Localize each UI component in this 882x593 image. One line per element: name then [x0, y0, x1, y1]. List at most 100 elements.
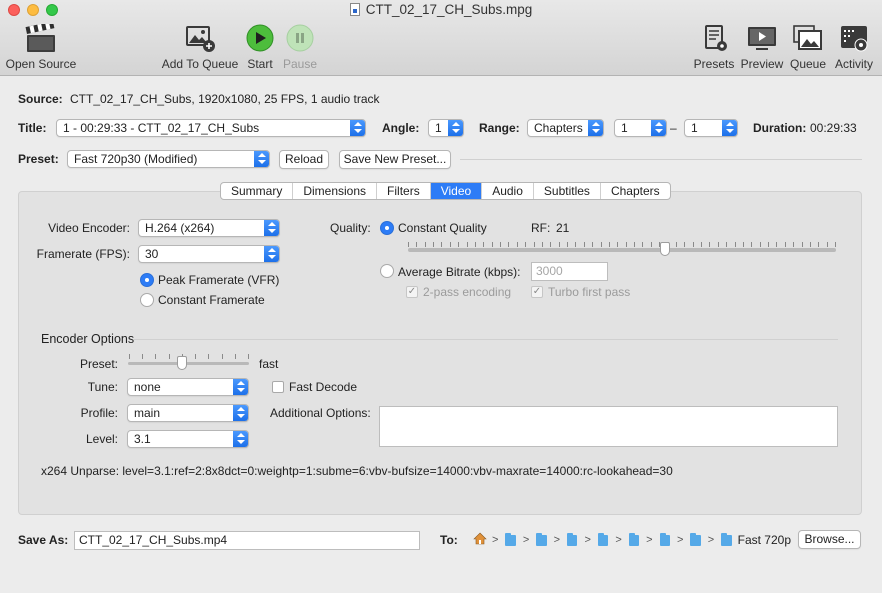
slider-tick — [810, 242, 811, 247]
turbo-first-pass-checkbox[interactable]: ✓ — [531, 286, 543, 298]
chevron-right-icon: > — [522, 534, 530, 546]
slider-tick — [676, 242, 677, 247]
tune-value: none — [134, 380, 161, 394]
constant-framerate-radio[interactable] — [140, 293, 154, 307]
fast-decode-checkbox[interactable] — [272, 381, 284, 393]
slider-tick — [735, 242, 736, 247]
slider-tick — [550, 242, 551, 247]
peak-framerate-radio[interactable] — [140, 273, 154, 287]
home-icon — [473, 532, 487, 548]
angle-popup-value: 1 — [435, 121, 442, 135]
tab-summary[interactable]: Summary — [221, 183, 294, 199]
slider-tick — [693, 242, 694, 247]
popup-arrow-icon — [254, 151, 269, 167]
tab-filters[interactable]: Filters — [377, 183, 431, 199]
range-start-popup[interactable]: 1 — [614, 119, 667, 137]
slider-tick — [760, 242, 761, 247]
start-button[interactable]: Start — [240, 24, 280, 71]
slider-tick — [508, 242, 509, 247]
profile-popup[interactable]: main — [127, 404, 249, 422]
folder-icon — [505, 532, 516, 546]
slider-tick — [835, 242, 836, 247]
slider-tick — [827, 242, 828, 247]
framerate-popup[interactable]: 30 — [138, 245, 280, 263]
popup-arrows-icon — [264, 220, 279, 236]
encoder-preset-slider-track[interactable] — [128, 362, 249, 365]
preset-popup[interactable]: Fast 720p30 (Modified) — [67, 150, 270, 168]
folder-icon — [597, 532, 609, 546]
save-as-label: Save As: — [18, 533, 69, 547]
slider-tick — [525, 242, 526, 247]
start-label: Start — [247, 57, 273, 71]
tab-subtitles[interactable]: Subtitles — [534, 183, 601, 199]
folder-icon — [628, 532, 640, 546]
range-start-value: 1 — [621, 121, 628, 135]
reload-button[interactable]: Reload — [279, 150, 329, 169]
queue-button[interactable]: Queue — [788, 24, 828, 71]
pause-icon — [284, 24, 316, 54]
slider-tick — [500, 242, 501, 247]
folder-icon — [721, 532, 732, 546]
slider-tick — [793, 242, 794, 247]
folder-icon — [659, 532, 670, 546]
level-popup[interactable]: 3.1 — [127, 430, 249, 448]
tab-chapters[interactable]: Chapters — [601, 183, 670, 199]
angle-popup[interactable]: 1 — [428, 119, 464, 137]
constant-quality-radio[interactable] — [380, 221, 394, 235]
clapperboard-icon — [25, 21, 57, 54]
destination-folder-name: Fast 720p — [737, 533, 791, 547]
x264-unparse-text: x264 Unparse: level=3.1:ref=2:8x8dct=0:w… — [41, 464, 673, 478]
quality-label: Quality: — [330, 221, 371, 235]
add-to-queue-button[interactable]: Add To Queue — [160, 24, 240, 71]
open-source-button[interactable]: Open Source — [4, 21, 78, 71]
tune-popup[interactable]: none — [127, 378, 249, 396]
duration-label: Duration: — [753, 121, 807, 135]
additional-options-label: Additional Options: — [270, 406, 371, 420]
slider-tick — [751, 242, 752, 247]
two-pass-checkbox[interactable]: ✓ — [406, 286, 418, 298]
pause-button[interactable]: Pause — [280, 24, 320, 71]
encoder-preset-label: Preset: — [79, 357, 118, 371]
rf-slider-track[interactable] — [408, 248, 836, 252]
tab-dimensions[interactable]: Dimensions — [293, 183, 378, 199]
slider-tick — [169, 354, 170, 359]
encoder-preset-slider-knob[interactable] — [177, 356, 187, 370]
title-popup[interactable]: 1 - 00:29:33 - CTT_02_17_CH_Subs — [56, 119, 366, 137]
bitrate-input[interactable]: 3000 — [531, 262, 608, 281]
range-end-popup[interactable]: 1 — [684, 119, 738, 137]
chevron-right-icon: > — [492, 534, 499, 546]
rf-slider-knob[interactable] — [660, 242, 670, 256]
range-type-popup[interactable]: Chapters — [527, 119, 604, 137]
video-encoder-label: Video Encoder: — [48, 221, 130, 235]
slider-tick — [208, 354, 209, 359]
encoder-preset-value: fast — [259, 357, 279, 371]
tab-video[interactable]: Video — [430, 183, 483, 199]
fast-decode-label: Fast Decode — [289, 380, 358, 394]
preview-icon — [746, 24, 778, 54]
popup-arrows-icon — [233, 431, 248, 447]
save-new-preset-button[interactable]: Save New Preset... — [339, 150, 451, 169]
play-icon — [244, 24, 276, 54]
slider-tick — [408, 242, 409, 247]
average-bitrate-radio[interactable] — [380, 264, 394, 278]
destination-label: To: — [440, 533, 458, 547]
add-to-queue-icon — [184, 24, 216, 54]
slider-tick — [802, 242, 803, 247]
preview-button[interactable]: Preview — [740, 24, 784, 71]
constant-framerate-label: Constant Framerate — [158, 293, 265, 307]
video-encoder-popup[interactable]: H.264 (x264) — [138, 219, 280, 237]
preset-separator — [460, 159, 862, 160]
browse-button[interactable]: Browse... — [798, 530, 861, 549]
angle-label: Angle: — [382, 121, 420, 135]
save-as-input[interactable]: CTT_02_17_CH_Subs.mp4 — [74, 531, 420, 550]
additional-options-textarea[interactable] — [379, 406, 838, 447]
tab-audio[interactable]: Audio — [482, 183, 534, 199]
activity-button[interactable]: Activity — [832, 24, 876, 71]
slider-tick — [475, 242, 476, 247]
level-value: 3.1 — [134, 432, 151, 446]
settings-tabs: Summary Dimensions Filters Video Audio S… — [220, 182, 671, 200]
window-title: CTT_02_17_CH_Subs.mpg — [0, 2, 882, 17]
presets-button[interactable]: Presets — [692, 24, 736, 71]
slider-tick — [592, 242, 593, 247]
destination-path[interactable]: > > > > > > > > Fast 720p — [473, 532, 791, 548]
